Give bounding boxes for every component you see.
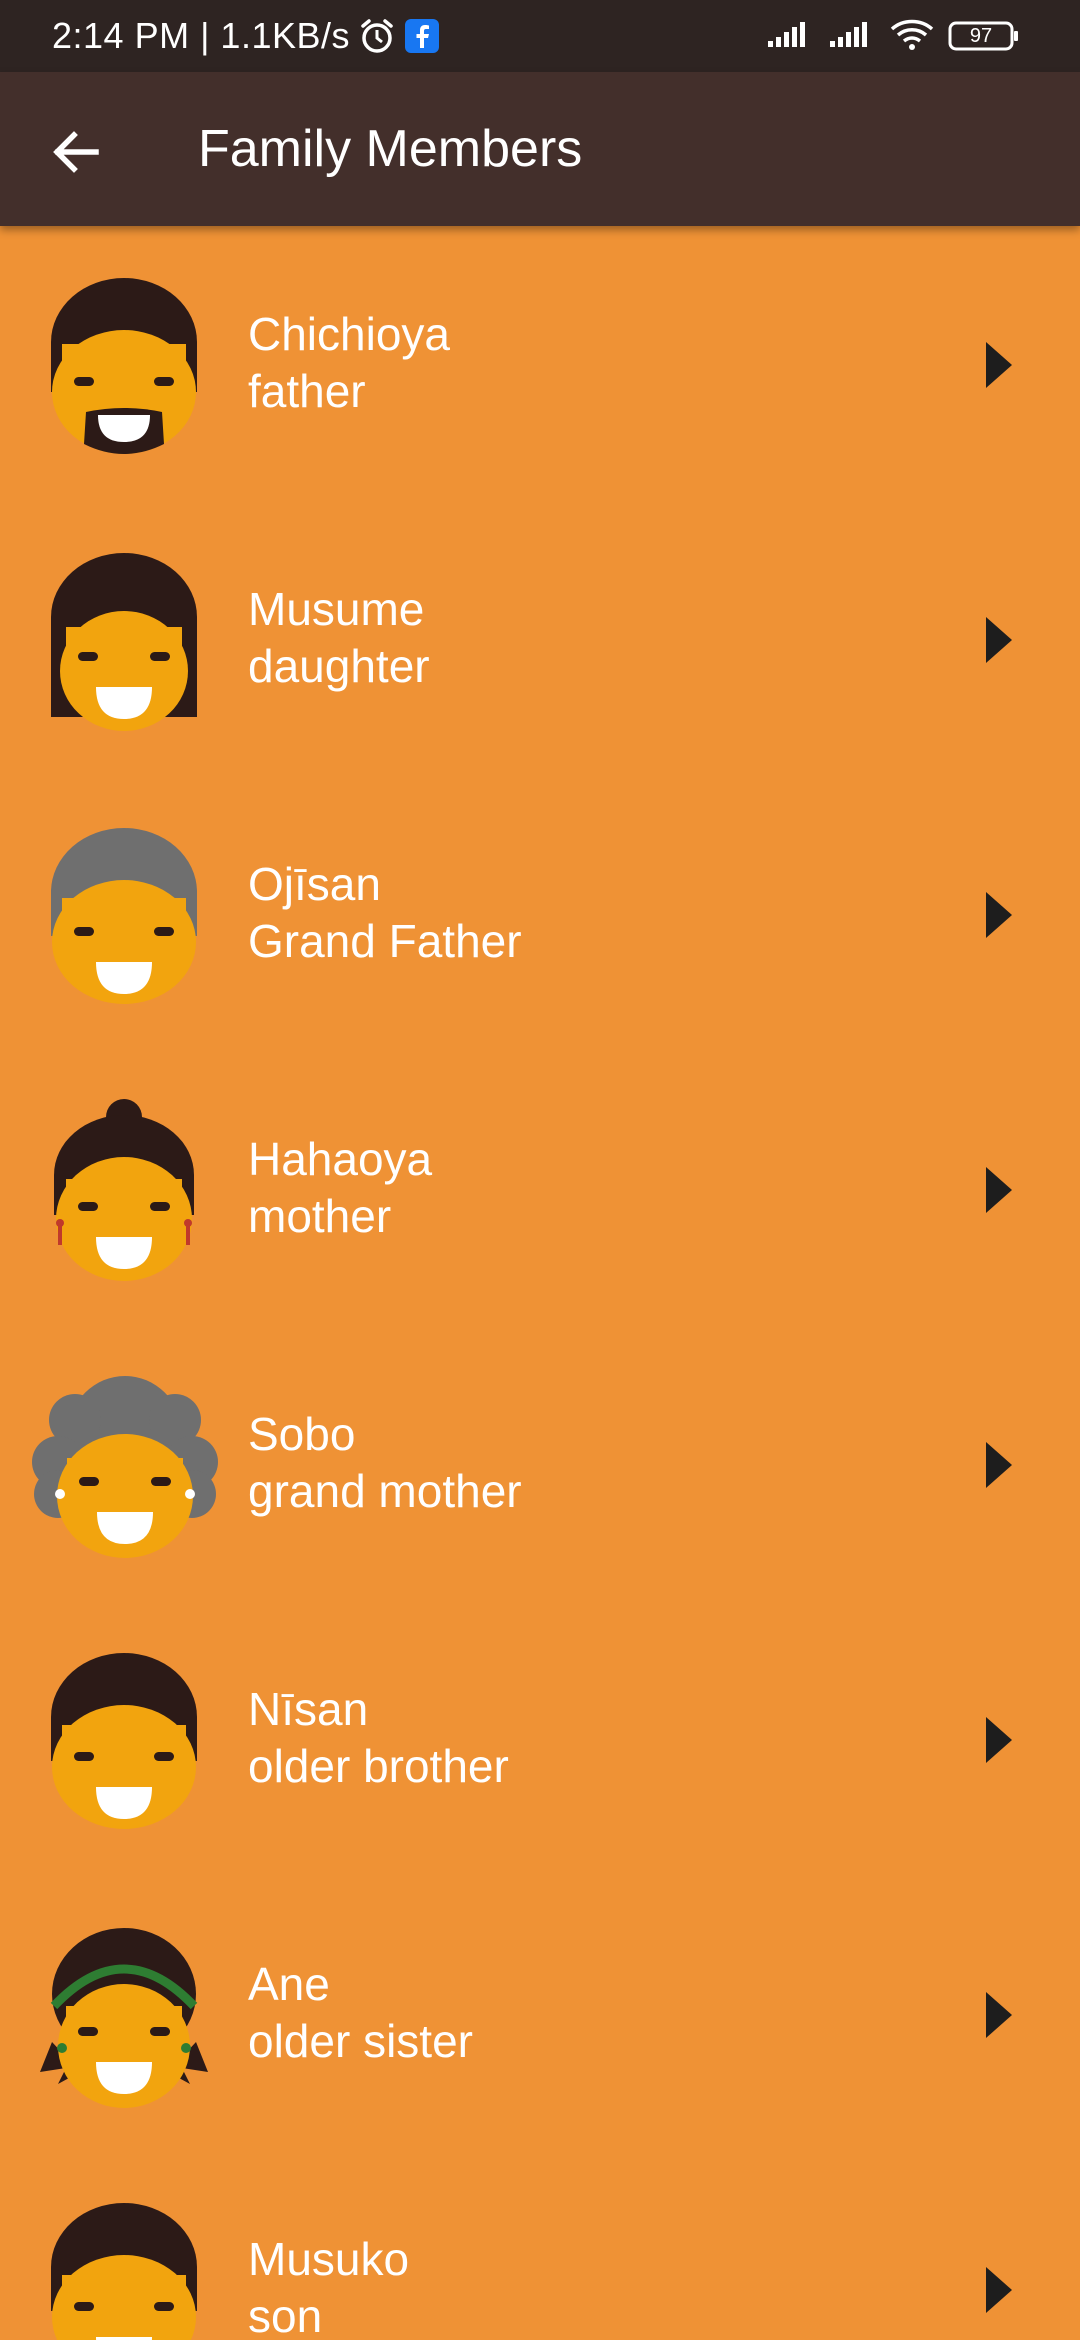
member-name: Musuko [248,2233,410,2285]
member-translation: mother [248,1190,392,1242]
back-button[interactable] [36,112,116,192]
signal-icon [828,19,876,54]
list-item[interactable]: Ane older sister [0,1876,1080,2151]
member-name: Musume [248,583,425,635]
grandmother-face-icon [32,1376,218,1558]
chevron-right-icon [986,617,1012,663]
list-item[interactable]: Sobo grand mother [0,1326,1080,1601]
member-name: Sobo [248,1408,356,1460]
signal-icon [766,19,814,54]
member-text: Nīsan older brother [248,1681,509,1795]
older-brother-face-icon [51,1653,197,1829]
wifi-icon [890,17,934,56]
member-name: Ane [248,1958,330,2010]
older-sister-face-icon [40,1928,208,2108]
member-name: Ojīsan [248,858,381,910]
status-bar: 2:14 PM | 1.1KB/s 97 [0,0,1080,72]
status-right: 97 [766,0,1020,72]
member-text: Ane older sister [248,1956,473,2070]
chevron-right-icon [986,892,1012,938]
member-translation: older brother [248,1740,509,1792]
list-item[interactable]: Hahaoya mother [0,1051,1080,1326]
page-title: Family Members [198,120,583,178]
member-text: Ojīsan Grand Father [248,856,522,970]
chevron-right-icon [986,1717,1012,1763]
member-text: Sobo grand mother [248,1406,522,1520]
member-translation: Grand Father [248,915,522,967]
chevron-right-icon [986,1992,1012,2038]
chevron-right-icon [986,1167,1012,1213]
member-translation: grand mother [248,1465,522,1517]
member-text: Hahaoya mother [248,1131,432,1245]
list-item[interactable]: Musume daughter [0,501,1080,776]
member-translation: father [248,365,366,417]
battery-level: 97 [969,25,993,47]
son-face-icon [51,2203,197,2340]
family-member-list: Chichioya father Musume daughter Ojīsan … [0,226,1080,2340]
facebook-icon [404,18,440,54]
member-translation: son [248,2290,323,2340]
list-item[interactable]: Nīsan older brother [0,1601,1080,1876]
app-bar: Family Members [0,72,1080,226]
alarm-icon [358,17,396,55]
mother-face-icon [54,1099,194,1281]
daughter-face-icon [51,553,197,731]
status-left: 2:14 PM | 1.1KB/s [52,0,440,72]
list-item[interactable]: Musuko son [0,2151,1080,2340]
chevron-right-icon [986,342,1012,388]
battery-icon: 97 [948,20,1020,52]
member-translation: older sister [248,2015,473,2067]
list-item[interactable]: Chichioya father [0,226,1080,501]
status-time: 2:14 PM | 1.1KB/s [52,15,350,56]
member-name: Nīsan [248,1683,369,1735]
father-face-icon [51,278,197,454]
member-name: Chichioya [248,308,450,360]
member-text: Musume daughter [248,581,430,695]
chevron-right-icon [986,2267,1012,2313]
member-text: Chichioya father [248,306,450,420]
member-translation: daughter [248,640,430,692]
arrow-left-icon [53,131,99,173]
member-name: Hahaoya [248,1133,433,1185]
list-item[interactable]: Ojīsan Grand Father [0,776,1080,1051]
grandfather-face-icon [51,828,197,1004]
member-text: Musuko son [248,2231,409,2340]
chevron-right-icon [986,1442,1012,1488]
